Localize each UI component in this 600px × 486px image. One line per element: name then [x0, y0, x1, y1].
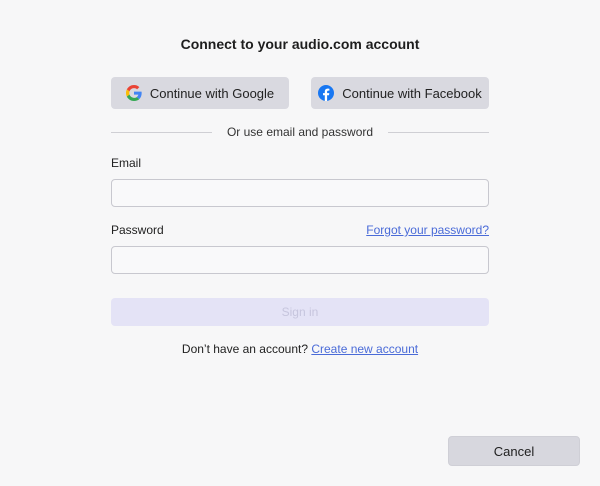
email-input[interactable]	[111, 179, 489, 207]
facebook-icon	[318, 85, 335, 101]
facebook-button-label: Continue with Facebook	[342, 85, 482, 101]
divider-text: Or use email and password	[226, 125, 374, 139]
sign-in-button[interactable]: Sign in	[111, 298, 489, 326]
password-input[interactable]	[111, 246, 489, 274]
google-button-label: Continue with Google	[149, 85, 275, 101]
continue-with-facebook-button[interactable]: Continue with Facebook	[311, 77, 489, 109]
create-account-row: Don’t have an account? Create new accoun…	[0, 342, 600, 356]
divider-line-right	[388, 131, 490, 133]
divider-line-left	[111, 131, 212, 133]
or-divider: Or use email and password	[111, 124, 490, 140]
no-account-text: Don’t have an account?	[181, 342, 308, 356]
connect-account-dialog: Connect to your audio.com account Contin…	[0, 0, 600, 486]
password-label: Password	[111, 223, 164, 237]
forgot-password-link[interactable]: Forgot your password?	[366, 223, 489, 237]
dialog-title: Connect to your audio.com account	[180, 36, 420, 52]
create-account-link[interactable]: Create new account	[311, 342, 418, 356]
cancel-button[interactable]: Cancel	[448, 436, 580, 466]
social-login-row: Continue with Google Continue with Faceb…	[111, 77, 489, 109]
email-label: Email	[111, 156, 142, 170]
google-icon	[125, 85, 142, 101]
continue-with-google-button[interactable]: Continue with Google	[111, 77, 289, 109]
